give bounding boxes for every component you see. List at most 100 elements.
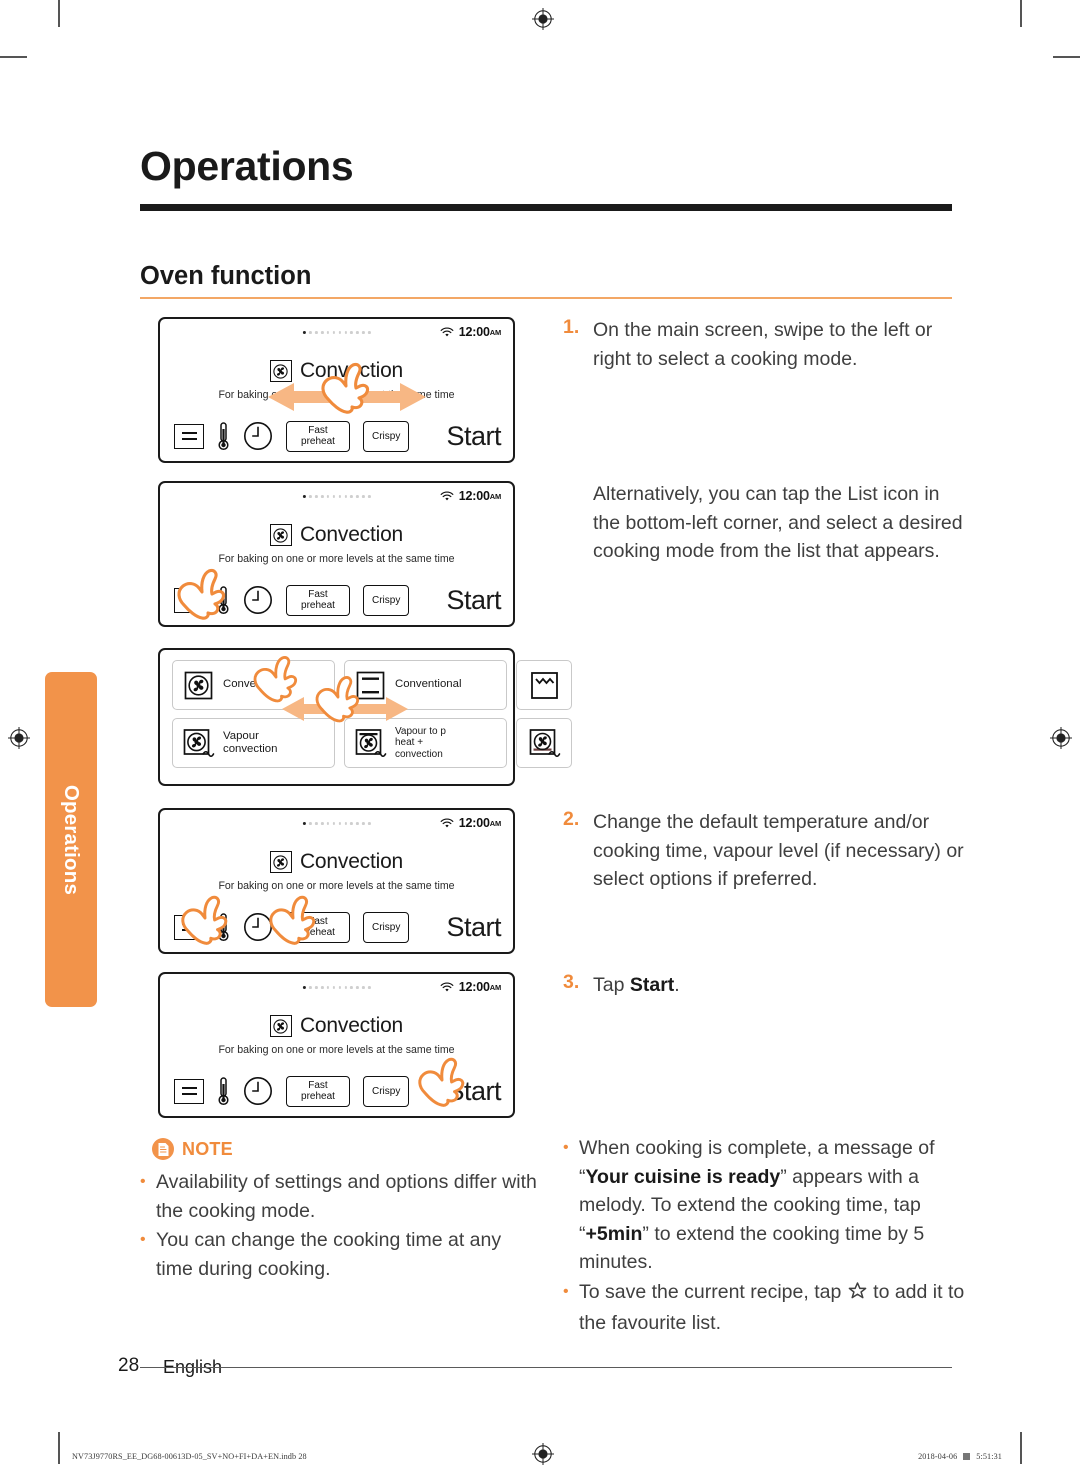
print-time: 5:51:31	[976, 1452, 1002, 1461]
print-glyph-icon	[963, 1453, 971, 1460]
note-header: NOTE	[152, 1138, 233, 1160]
option-crispy[interactable]: Crispy	[363, 911, 410, 943]
option-crispy[interactable]: Crispy	[363, 1075, 410, 1107]
crop-mark-top-right-vertical	[1020, 0, 1022, 27]
mode-list-grid: Convection Vapour convection Conventional	[172, 660, 572, 768]
convection-fan-icon	[269, 524, 292, 546]
status-bar: 12:00AM	[160, 488, 513, 506]
wifi-icon	[440, 982, 454, 993]
section-divider	[140, 297, 952, 299]
start-button[interactable]: Start	[446, 1076, 501, 1107]
wifi-icon	[440, 491, 454, 502]
vapour-convection-bottom-icon	[528, 727, 561, 760]
instruction-bullets: • When cooking is complete, a message of…	[563, 1134, 968, 1339]
option-fast-preheat-line1: Fast	[308, 915, 328, 927]
option-fast-preheat-line2: preheat	[301, 600, 335, 612]
thermometer-icon[interactable]	[217, 912, 230, 942]
print-timestamp: 2018-04-06 5:51:31	[918, 1452, 1002, 1461]
start-button[interactable]: Start	[446, 421, 501, 452]
crop-mark-top-left-horizontal	[0, 56, 27, 58]
registration-mark-bottom	[532, 1443, 554, 1465]
thermometer-icon[interactable]	[217, 585, 230, 615]
mode-description: For baking on one or more levels at the …	[218, 389, 455, 401]
list-icon[interactable]	[174, 1078, 204, 1104]
conventional-heat-icon	[354, 669, 387, 702]
status-clock: 12:00AM	[458, 325, 501, 339]
list-icon[interactable]	[174, 587, 204, 613]
control-bar: Fast preheat Crispy Start	[174, 911, 501, 943]
page-dots	[302, 331, 371, 335]
crop-mark-bottom-right-vertical	[1020, 1432, 1022, 1464]
option-fast-preheat-line1: Fast	[308, 424, 328, 436]
bullet1-bold1: Your cuisine is ready	[585, 1165, 781, 1188]
option-fast-preheat[interactable]: Fast preheat	[286, 911, 350, 943]
bullet-marker: •	[563, 1139, 569, 1156]
status-bar: 12:00AM	[160, 979, 513, 997]
print-filename: NV73J9770RS_EE_DG68-00613D-05_SV+NO+FI+D…	[72, 1452, 307, 1461]
mode-list-column-2: Conventional Vapour to p heat + convection	[344, 660, 507, 768]
thermometer-icon[interactable]	[217, 1076, 230, 1106]
section-heading: Oven function	[140, 262, 312, 290]
option-crispy[interactable]: Crispy	[363, 584, 410, 616]
page-title: Operations	[140, 143, 354, 189]
step3-suffix: .	[674, 974, 680, 996]
status-clock: 12:00AM	[458, 489, 501, 503]
registration-mark-left	[8, 727, 30, 749]
note-body: • Availability of settings and options d…	[140, 1168, 540, 1284]
mode-row: Convection	[160, 850, 513, 874]
mode-list-item-top-heat-grill[interactable]	[516, 660, 572, 710]
clock-icon[interactable]	[243, 585, 273, 615]
start-button[interactable]: Start	[446, 912, 501, 943]
option-fast-preheat[interactable]: Fast preheat	[286, 1075, 350, 1107]
print-date: 2018-04-06	[918, 1452, 958, 1461]
mode-list-item-conventional[interactable]: Conventional	[344, 660, 507, 710]
title-divider	[140, 204, 952, 211]
status-right: 12:00AM	[440, 816, 501, 830]
thermometer-icon[interactable]	[217, 421, 230, 451]
instruction-step-2: 2. Change the default temperature and/or…	[563, 808, 973, 894]
oven-display-step2: 12:00AM Convection For baking on one or …	[158, 808, 515, 954]
mode-list-item-vapour-top-heat-convection[interactable]: Vapour to p heat + convection	[344, 718, 507, 768]
note-document-icon	[152, 1138, 174, 1160]
option-fast-preheat[interactable]: Fast preheat	[286, 584, 350, 616]
step3-prefix: Tap	[593, 974, 630, 996]
step-text: On the main screen, swipe to the left or…	[593, 319, 933, 370]
list-icon[interactable]	[174, 423, 204, 449]
mode-list-column-3	[516, 660, 572, 768]
option-crispy[interactable]: Crispy	[363, 420, 410, 452]
control-bar: Fast preheat Crispy Start	[174, 420, 501, 452]
registration-mark-top	[532, 8, 554, 30]
start-button[interactable]: Start	[446, 585, 501, 616]
step-number: 1.	[563, 316, 580, 338]
bullet-item: • When cooking is complete, a message of…	[563, 1134, 968, 1277]
bullet1-bold2: +5min	[585, 1222, 643, 1245]
option-fast-preheat-line1: Fast	[308, 1079, 328, 1091]
clock-icon[interactable]	[243, 421, 273, 451]
note-label: NOTE	[182, 1138, 233, 1159]
mode-row: Convection	[160, 523, 513, 547]
mode-list-item-label: Convection	[223, 678, 280, 691]
status-clock: 12:00AM	[458, 980, 501, 994]
mode-list-item-convection[interactable]: Convection	[172, 660, 335, 710]
list-icon[interactable]	[174, 914, 204, 940]
top-heat-grill-icon	[528, 669, 561, 702]
control-bar: Fast preheat Crispy Start	[174, 584, 501, 616]
bullet-text: To save the current recipe, tap to add i…	[579, 1278, 968, 1338]
mode-list-item-vapour-convection[interactable]: Vapour convection	[172, 718, 335, 768]
mode-row: Convection	[160, 1014, 513, 1038]
mode-description: For baking on one or more levels at the …	[218, 1044, 455, 1056]
mode-name: Convection	[299, 1014, 404, 1037]
mode-list-item-vapour-convection-bottom[interactable]	[516, 718, 572, 768]
clock-icon[interactable]	[243, 1076, 273, 1106]
option-fast-preheat[interactable]: Fast preheat	[286, 420, 350, 452]
bullet-text: When cooking is complete, a message of “…	[579, 1134, 968, 1277]
bullet2-part1: To save the current recipe, tap	[579, 1280, 847, 1303]
instruction-step-3: 3. Tap Start.	[563, 971, 963, 1000]
clock-icon[interactable]	[243, 912, 273, 942]
note-bullet-text: Availability of settings and options dif…	[156, 1171, 537, 1222]
manual-page: Operations Operations Oven function 12:0…	[0, 0, 1080, 1476]
convection-fan-icon	[269, 1015, 292, 1037]
page-dots	[302, 986, 371, 990]
registration-mark-right	[1050, 727, 1072, 749]
crop-mark-top-right-horizontal	[1053, 56, 1080, 58]
